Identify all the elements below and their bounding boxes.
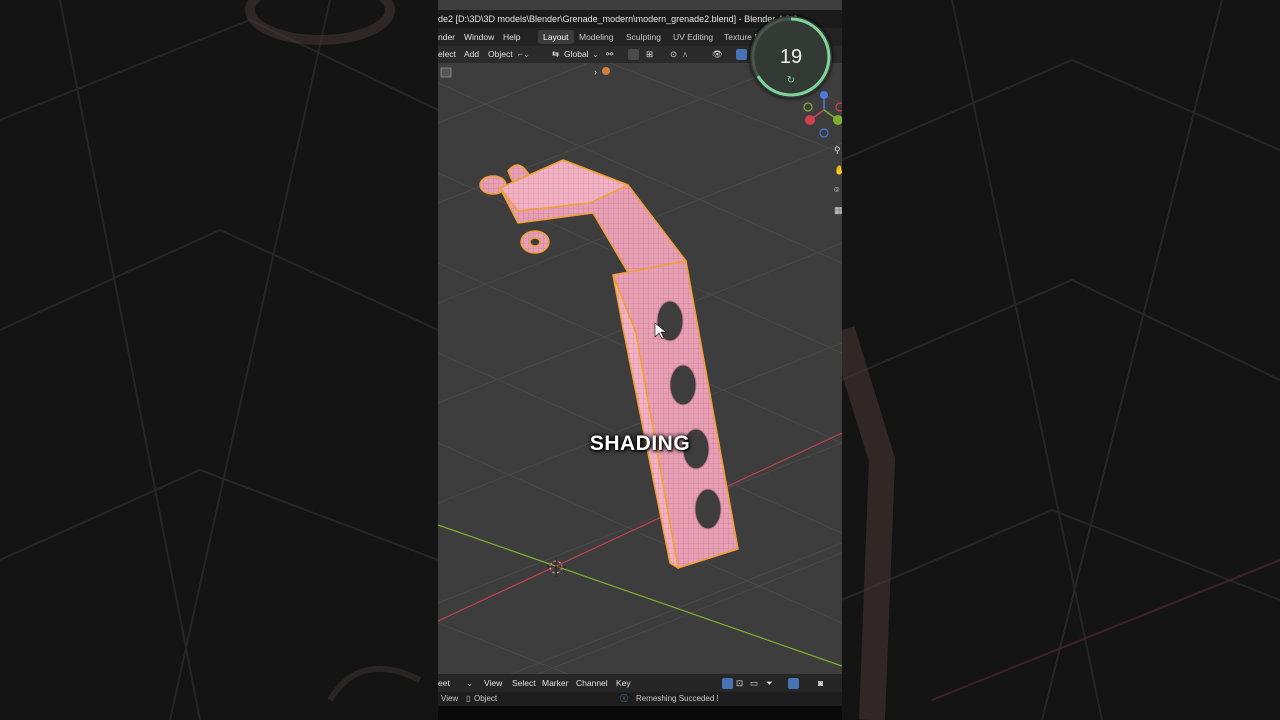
status-object: Object [474, 694, 498, 703]
refresh-icon: ↻ [786, 75, 796, 86]
editor-type-dropdown[interactable]: eet [438, 674, 450, 692]
remeshed-mesh-object [479, 159, 739, 569]
status-view: View [441, 694, 459, 703]
filter-icon[interactable]: ⏷ [766, 674, 773, 692]
grid-toggle-icon[interactable]: ▦ [834, 205, 842, 215]
transform-orientation-icon[interactable]: ⇆ [552, 46, 559, 63]
window-title: de2 [D:\3D\3D models\Blender\Grenade_mod… [438, 14, 798, 24]
menu-add[interactable]: Add [464, 46, 479, 63]
background-right [842, 0, 1280, 720]
countdown-timer: 19 ↻ [750, 16, 832, 98]
frame-all-icon[interactable]: ⊡ [736, 674, 743, 692]
timeline-menu-marker[interactable]: Marker [542, 674, 568, 692]
visibility-icon[interactable]: 👁 [712, 46, 723, 63]
menu-select[interactable]: elect [438, 46, 456, 63]
select-box-icon [440, 67, 452, 78]
timeline-header: eet ⌄ View Select Marker Channel Key ⊡ ▭… [438, 674, 842, 692]
keying-icon[interactable]: ◙ [818, 674, 823, 692]
bottom-strip [438, 706, 842, 720]
normalize-icon[interactable]: ▭ [750, 674, 758, 692]
status-bar: View ▯ Object ⓘ Remeshing Succeded ! [438, 692, 842, 706]
status-message: Remeshing Succeded ! [636, 694, 719, 703]
tab-layout[interactable]: Layout [538, 30, 574, 44]
video-caption: SHADING [589, 432, 691, 455]
menu-window[interactable]: Window [464, 28, 494, 46]
timeline-menu-view[interactable]: View [484, 674, 502, 692]
gizmo-toggle-icon[interactable] [736, 49, 747, 60]
camera-icon[interactable]: ⌾ [834, 185, 842, 195]
timeline-menu-channel[interactable]: Channel [576, 674, 608, 692]
3d-viewport[interactable]: › ⚲ ✋ ⌾ ▦ [438, 63, 842, 674]
tab-sculpting[interactable]: Sculpting [621, 30, 666, 44]
auto-key-icon[interactable] [788, 678, 799, 689]
timeline-menu-key[interactable]: Key [616, 674, 631, 692]
timer-value: 19 [779, 46, 803, 68]
tab-uv-editing[interactable]: UV Editing [668, 30, 718, 44]
snap-icon[interactable] [628, 49, 639, 60]
timeline-menu-select[interactable]: Select [512, 674, 536, 692]
menu-help[interactable]: Help [503, 28, 520, 46]
cursor-tool-icon[interactable] [722, 678, 733, 689]
3d-cursor-icon [546, 557, 566, 577]
pivot-icon[interactable]: ⚯ [606, 46, 613, 63]
falloff-icon[interactable]: ∧ [682, 46, 688, 63]
expand-arrow-icon: › [594, 67, 597, 77]
proportional-edit-icon[interactable]: ⊙ [670, 46, 677, 63]
background-left [0, 0, 438, 720]
orientation-dropdown[interactable]: Global [564, 46, 589, 63]
chevron-down-icon: ⌄ [592, 49, 600, 59]
menu-render[interactable]: nder [438, 28, 455, 46]
proportional-dropdown-icon[interactable]: ⌐⌄ [518, 46, 530, 63]
pan-icon[interactable]: ✋ [834, 165, 842, 175]
tab-modeling[interactable]: Modeling [574, 30, 619, 44]
shading-sphere-icon [602, 67, 610, 75]
mouse-icon: ▯ [466, 694, 471, 703]
x-axis-line [438, 432, 842, 622]
zoom-icon[interactable]: ⚲ [834, 145, 842, 155]
chevron-down-icon: ⌄ [466, 678, 474, 688]
snap-target-icon[interactable]: ⊞ [646, 46, 653, 63]
blender-window: de2 [D:\3D\3D models\Blender\Grenade_mod… [438, 0, 842, 720]
info-icon: ⓘ [620, 694, 628, 703]
menu-object[interactable]: Object [488, 46, 513, 63]
